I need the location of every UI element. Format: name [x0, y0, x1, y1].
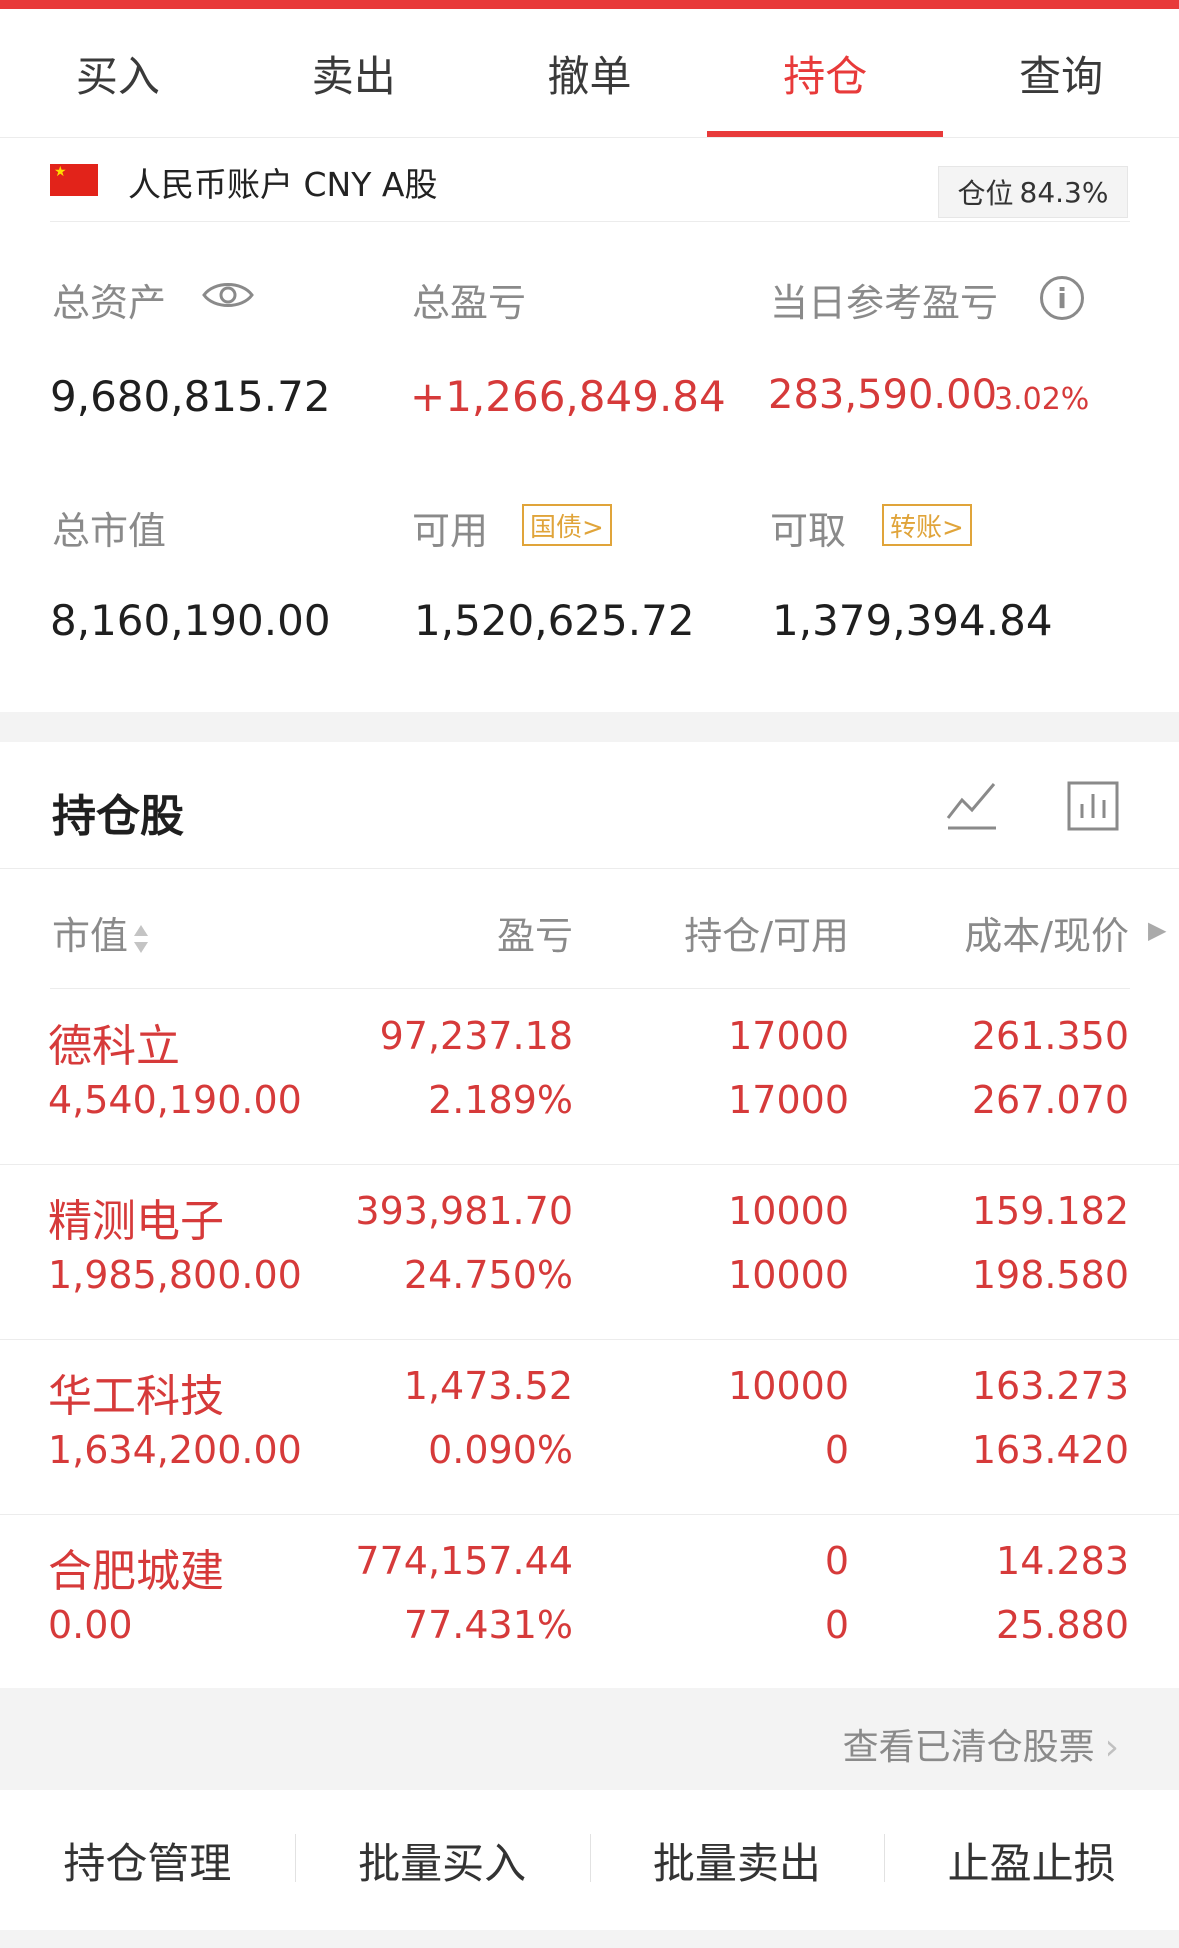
table-row[interactable]: 合肥城建 0.00 774,157.44 77.431% 0 0 14.283 … [0, 1515, 1179, 1690]
batch-buy-button[interactable]: 批量买入 [294, 1830, 590, 1891]
stock-available: 17000 [728, 1078, 849, 1122]
total-assets-value: 9,680,815.72 [50, 372, 331, 421]
stock-name: 精测电子 [48, 1196, 224, 1247]
table-row[interactable]: 华工科技 1,634,200.00 1,473.52 0.090% 10000 … [0, 1340, 1179, 1515]
cleared-stocks-link[interactable]: 查看已清仓股票 › [843, 1718, 1119, 1770]
stock-market-value: 4,540,190.00 [48, 1078, 302, 1122]
account-row[interactable]: ★ 人民币账户 CNY A股 仓位 84.3% [50, 150, 1130, 222]
tab-buy[interactable]: 买入 [0, 9, 236, 137]
stock-pl: 1,473.52 [403, 1364, 573, 1408]
sort-icon [134, 924, 149, 953]
column-header-pl[interactable]: 盈亏 [497, 905, 573, 960]
stock-market-value: 1,985,800.00 [48, 1253, 302, 1297]
stock-cost: 159.182 [971, 1189, 1129, 1233]
stock-pl-percent: 24.750% [403, 1253, 573, 1297]
stock-name: 合肥城建 [48, 1546, 224, 1597]
scroll-right-icon[interactable]: ▶ [1148, 916, 1166, 944]
bar-chart-icon[interactable] [1066, 780, 1120, 832]
chevron-right-icon: › [1104, 1727, 1119, 1768]
daily-pl-label: 当日参考盈亏 [770, 281, 999, 325]
table-row[interactable]: 德科立 4,540,190.00 97,237.18 2.189% 17000 … [0, 990, 1179, 1165]
transfer-tag[interactable]: 转账> [882, 504, 972, 546]
holdings-action-bar: 持仓管理 批量买入 批量卖出 止盈止损 [0, 1790, 1179, 1930]
stock-available: 0 [824, 1428, 849, 1472]
manage-holdings-button[interactable]: 持仓管理 [0, 1830, 295, 1891]
tab-sell[interactable]: 卖出 [236, 9, 472, 137]
available-value: 1,520,625.72 [414, 596, 695, 645]
tab-query[interactable]: 查询 [943, 9, 1179, 137]
stock-pl: 393,981.70 [355, 1189, 573, 1233]
daily-pl-value: 283,590.00 [768, 372, 998, 418]
holdings-title: 持仓股 [52, 791, 184, 842]
total-pl-label: 总盈亏 [412, 281, 527, 325]
stock-position: 10000 [728, 1364, 849, 1408]
active-tab-indicator [707, 131, 944, 137]
stock-available: 10000 [728, 1253, 849, 1297]
table-row[interactable]: 精测电子 1,985,800.00 393,981.70 24.750% 100… [0, 1165, 1179, 1340]
stock-position: 17000 [728, 1014, 849, 1058]
tab-buy-label: 买入 [75, 51, 160, 101]
stock-name: 华工科技 [48, 1371, 224, 1422]
available-label: 可用 [412, 509, 489, 553]
tab-sell-label: 卖出 [311, 51, 396, 101]
treasury-bond-tag[interactable]: 国债> [522, 504, 612, 546]
daily-pl-percent: 3.02% [994, 382, 1090, 417]
cleared-stocks-label: 查看已清仓股票 [842, 1727, 1095, 1768]
withdrawable-value: 1,379,394.84 [772, 596, 1053, 645]
stock-pl: 774,157.44 [355, 1539, 573, 1583]
stock-pl-percent: 2.189% [428, 1078, 573, 1122]
stock-name: 德科立 [48, 1021, 180, 1072]
column-header-cost-price[interactable]: 成本/现价 [964, 905, 1129, 960]
stock-price: 267.070 [971, 1078, 1129, 1122]
position-ratio-label: 仓位 [957, 177, 1014, 210]
column-header-position[interactable]: 持仓/可用 [684, 905, 849, 960]
market-value-label: 总市值 [52, 509, 167, 553]
info-icon[interactable]: i [1040, 276, 1084, 320]
stock-market-value: 1,634,200.00 [48, 1428, 302, 1472]
section-divider [0, 712, 1179, 742]
header-divider [0, 868, 1179, 869]
stock-market-value: 0.00 [48, 1603, 133, 1647]
top-accent-bar [0, 0, 1179, 9]
column-header-divider [50, 988, 1130, 989]
stock-position: 0 [824, 1539, 849, 1583]
total-pl-value: +1,266,849.84 [410, 372, 726, 421]
account-name: 人民币账户 CNY A股 [128, 165, 438, 204]
stock-pl-percent: 0.090% [428, 1428, 573, 1472]
tab-holdings[interactable]: 持仓 [707, 9, 944, 137]
eye-icon[interactable] [202, 278, 254, 312]
stock-cost: 14.283 [996, 1539, 1129, 1583]
stock-price: 198.580 [971, 1253, 1129, 1297]
position-ratio-badge: 仓位 84.3% [938, 166, 1128, 218]
stock-position: 10000 [728, 1189, 849, 1233]
total-assets-label: 总资产 [52, 281, 167, 325]
stock-available: 0 [824, 1603, 849, 1647]
trend-chart-icon[interactable] [944, 778, 1000, 834]
batch-sell-button[interactable]: 批量卖出 [589, 1830, 885, 1891]
column-header-market-value-label: 市值 [52, 914, 129, 958]
withdrawable-label: 可取 [770, 509, 847, 553]
stock-price: 25.880 [996, 1603, 1129, 1647]
tab-query-label: 查询 [1019, 51, 1104, 101]
stock-price: 163.420 [971, 1428, 1129, 1472]
china-flag-icon: ★ [50, 164, 98, 196]
tab-cancel[interactable]: 撤单 [472, 9, 708, 137]
column-header-market-value[interactable]: 市值 [52, 905, 150, 960]
stop-profit-loss-button[interactable]: 止盈止损 [884, 1830, 1179, 1891]
bottom-band [0, 1930, 1179, 1948]
stock-pl-percent: 77.431% [403, 1603, 573, 1647]
tab-holdings-label: 持仓 [783, 51, 868, 101]
market-value-value: 8,160,190.00 [50, 596, 331, 645]
stock-cost: 261.350 [971, 1014, 1129, 1058]
position-ratio-value: 84.3% [1019, 175, 1109, 209]
stock-cost: 163.273 [971, 1364, 1129, 1408]
trade-tabs: 买入 卖出 撤单 持仓 查询 [0, 9, 1179, 138]
stock-pl: 97,237.18 [379, 1014, 573, 1058]
tab-cancel-label: 撤单 [547, 51, 632, 101]
